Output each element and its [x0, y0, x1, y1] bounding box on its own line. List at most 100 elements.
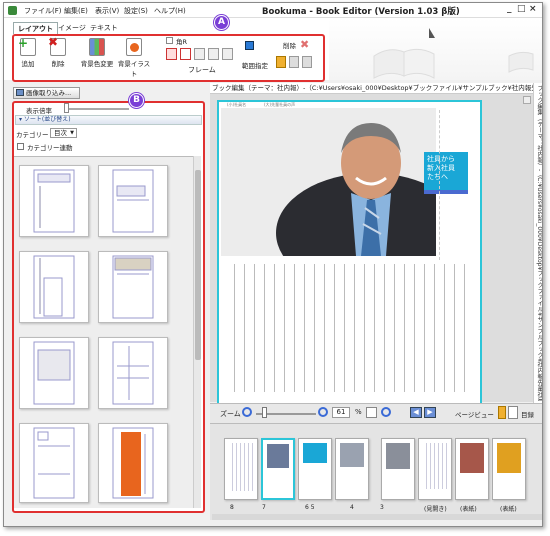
film-page-4[interactable] — [381, 438, 415, 500]
layout-thumb-5[interactable] — [19, 337, 89, 409]
layout-thumb-2[interactable] — [98, 165, 168, 237]
category-link-label: カテゴリー連動 — [27, 144, 73, 152]
film-page-7[interactable] — [261, 438, 295, 500]
layout-thumbnail-list — [14, 156, 193, 508]
side-path-text: ブック編集（テーマ：社内報）-（C:¥Users¥osaki_000¥Deskt… — [536, 85, 543, 401]
film-page-6[interactable] — [298, 438, 332, 500]
layout-preview-icon — [33, 169, 75, 233]
film-label-cover-1: (表紙) — [460, 506, 477, 513]
page-view-icon[interactable] — [498, 406, 506, 419]
title-bar: ファイル(F) 編集(E) 表示(V) 設定(S) ヘルプ(H) Bookuma… — [4, 3, 542, 18]
tab-text[interactable]: テキスト — [86, 22, 122, 34]
zoom-label: ズーム — [220, 410, 241, 418]
tab-layout[interactable]: レイアウト — [13, 22, 58, 34]
spread-view-icon[interactable] — [508, 406, 518, 419]
layout-thumb-1[interactable] — [19, 165, 89, 237]
zoom-reset-icon[interactable] — [381, 407, 391, 417]
headline-line-3: たちへ — [427, 173, 448, 181]
canvas-scroll-up[interactable] — [523, 96, 531, 104]
maximize-button[interactable]: □ — [517, 4, 526, 14]
menu-view[interactable]: 表示(V) — [95, 6, 119, 16]
fit-page-icon[interactable] — [366, 407, 377, 418]
film-label-cover-2: (表紙) — [500, 506, 517, 513]
window-title: Bookuma - Book Editor (Version 1.03 β版) — [262, 7, 460, 17]
zoom-rate-track[interactable] — [64, 108, 129, 110]
film-label-8: 8 — [230, 504, 234, 511]
layout-preview-icon — [112, 427, 154, 499]
layout-thumb-4[interactable] — [98, 251, 168, 323]
filmstrip-scrollbar[interactable] — [212, 514, 542, 520]
film-label-6-5: 6 5 — [305, 504, 315, 511]
headline-box[interactable]: 社員から 新入社員 たちへ — [424, 152, 468, 190]
tab-image[interactable]: イメージ — [54, 22, 90, 34]
film-label-spread: (見開き) — [424, 506, 447, 513]
portrait-image — [221, 108, 466, 293]
badge-a: A — [214, 15, 229, 30]
zoom-value-field[interactable]: 61 — [332, 407, 350, 418]
film-page-3[interactable] — [418, 438, 452, 500]
layout-thumb-7[interactable] — [19, 423, 89, 503]
page-view-label: ページビュー — [455, 411, 494, 419]
ribbon-decoration — [329, 18, 542, 80]
highlight-box-a — [12, 34, 325, 82]
zoom-in-icon[interactable] — [318, 407, 328, 417]
headline-accent-bar — [424, 190, 468, 194]
film-page-2[interactable] — [455, 438, 489, 500]
minimize-button[interactable]: _ — [507, 4, 512, 14]
prev-page-icon[interactable]: ◀ — [410, 407, 422, 418]
zoom-rate-label: 表示倍率 — [26, 107, 52, 115]
zoom-toolbar: ズーム 61 % ◀ ▶ ページビュー 目録 — [210, 403, 542, 423]
side-path-strip: ブック編集（テーマ：社内報）-（C:¥Users¥osaki_000¥Deskt… — [533, 83, 543, 403]
badge-b: B — [129, 93, 144, 108]
category-select-value: 目次 — [54, 129, 67, 137]
chevron-down-icon: ▼ — [70, 130, 74, 136]
layout-thumb-3[interactable] — [19, 251, 89, 323]
layout-thumb-8[interactable] — [98, 423, 168, 503]
close-button[interactable]: × — [529, 4, 537, 14]
film-page-5[interactable] — [335, 438, 369, 500]
layout-preview-icon — [112, 169, 154, 233]
zoom-slider-thumb[interactable] — [262, 407, 267, 418]
layout-preview-icon — [112, 255, 154, 319]
menu-file[interactable]: ファイル(F) — [24, 6, 62, 16]
film-label-3: 3 — [380, 504, 384, 511]
page-canvas: (小)社員名 (大)先輩社員の声 社員から 新入社員 たちへ — [210, 94, 533, 405]
book-watermark-icon — [373, 28, 534, 79]
film-page-8[interactable] — [224, 438, 258, 500]
category-label: カテゴリー — [16, 131, 49, 139]
menu-edit[interactable]: 編集(E) — [64, 6, 88, 16]
headline-line-2: 新入社員 — [427, 164, 455, 172]
portrait-photo[interactable] — [221, 108, 466, 293]
app-icon — [8, 6, 17, 15]
page-spread[interactable]: (小)社員名 (大)先輩社員の声 社員から 新入社員 たちへ — [217, 100, 482, 405]
page-filmstrip: 8 7 6 5 4 3 (見開き) (表紙) (表紙) — [210, 423, 542, 520]
zoom-out-icon[interactable] — [242, 407, 252, 417]
page-guide — [439, 110, 440, 260]
image-icon — [16, 89, 24, 96]
scrollbar-thumb[interactable] — [195, 170, 201, 360]
layout-preview-icon — [112, 341, 154, 405]
load-image-button[interactable]: 画像取り込み... — [13, 87, 80, 99]
film-page-1[interactable] — [492, 438, 526, 500]
layout-preview-icon — [33, 341, 75, 405]
film-label-7: 7 — [262, 504, 266, 511]
mouse-cursor-icon — [429, 28, 435, 38]
sort-header[interactable]: ▾ ソート(並び替え) — [15, 115, 202, 125]
layout-preview-icon — [33, 255, 75, 319]
editor-path-bar: ブック編集（テーマ：社内報）-（C:¥Users¥osaki_000¥Deskt… — [210, 83, 533, 94]
load-image-label: 画像取り込み... — [26, 89, 72, 97]
layout-preview-icon — [33, 427, 75, 499]
thumbnail-scrollbar[interactable] — [193, 156, 201, 508]
menu-settings[interactable]: 設定(S) — [124, 6, 148, 16]
category-link-checkbox[interactable] — [17, 143, 24, 150]
category-select[interactable]: 目次 ▼ — [50, 128, 77, 138]
layout-thumb-6[interactable] — [98, 337, 168, 409]
zoom-rate-thumb[interactable] — [64, 103, 69, 113]
direction-label: 目録 — [521, 411, 534, 419]
menu-help[interactable]: ヘルプ(H) — [154, 6, 186, 16]
next-page-icon[interactable]: ▶ — [424, 407, 436, 418]
sort-header-label: ソート(並び替え) — [23, 116, 71, 123]
body-text-columns[interactable] — [229, 264, 473, 392]
film-label-4: 4 — [350, 504, 354, 511]
zoom-percent-label: % — [355, 408, 362, 416]
